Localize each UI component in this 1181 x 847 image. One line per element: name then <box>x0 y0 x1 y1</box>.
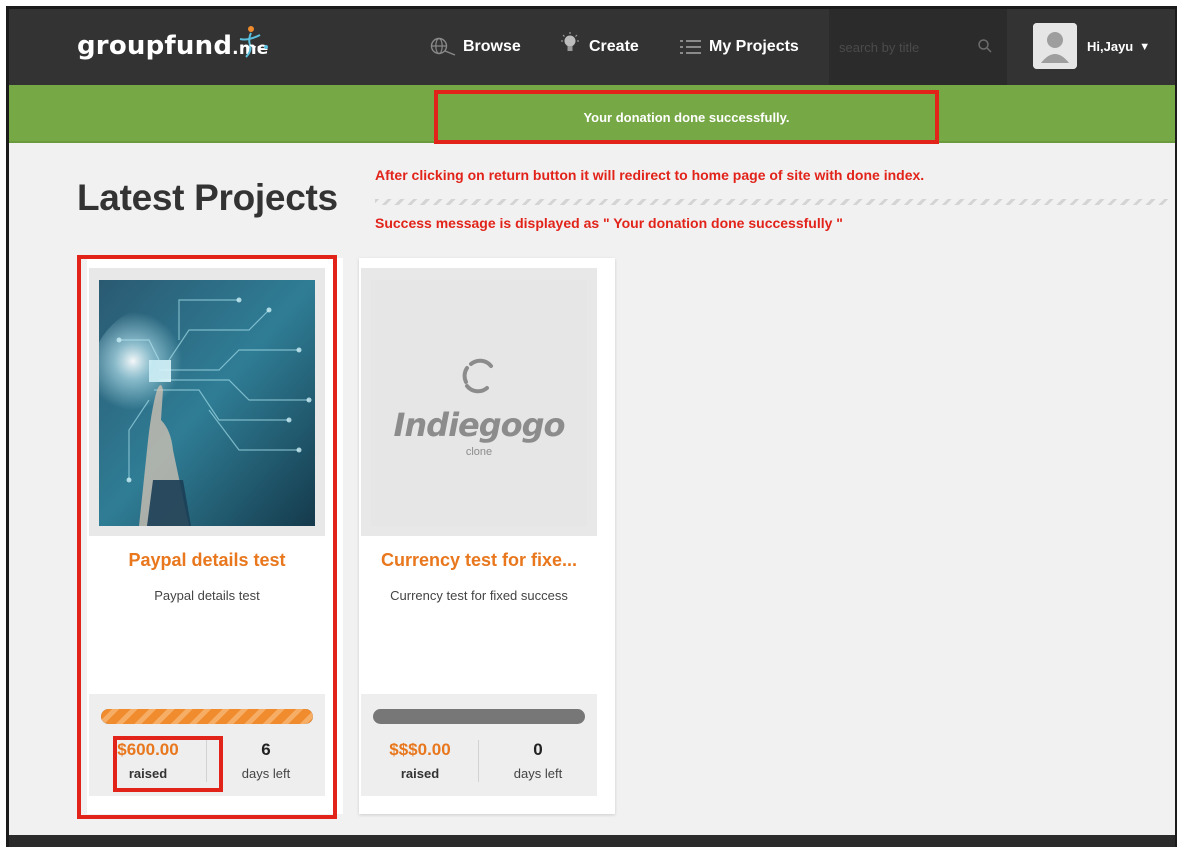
annotation-note-2: Success message is displayed as " Your d… <box>375 215 843 231</box>
success-banner: Your donation done successfully. <box>9 85 1175 144</box>
days-left-label: days left <box>513 766 563 781</box>
days-left-label: days left <box>241 766 291 781</box>
nav-browse-label: Browse <box>463 38 521 55</box>
project-stats: $$$0.00 raised 0 days left <box>361 694 597 796</box>
project-thumbnail-frame: Indiegogo clone <box>361 268 597 536</box>
list-icon <box>680 40 701 54</box>
nav-my-projects-label: My Projects <box>709 38 799 55</box>
globe-icon <box>430 37 456 56</box>
user-avatar[interactable] <box>1033 23 1077 69</box>
logo-figure-icon <box>239 26 268 58</box>
project-thumbnail-frame <box>89 268 325 536</box>
user-greeting: Hi,Jayu <box>1087 39 1134 54</box>
funding-progress-bar <box>373 709 585 724</box>
avatar-silhouette-icon <box>1033 23 1077 69</box>
caret-down-icon: ▼ <box>1139 40 1151 53</box>
indiegogo-logo-icon <box>462 358 493 394</box>
user-menu[interactable]: Hi,Jayu ▼ <box>1087 39 1150 54</box>
search-icon[interactable] <box>977 38 993 54</box>
days-left-count: 6 <box>261 740 271 759</box>
search-box <box>829 9 1007 85</box>
indiegogo-wordmark: Indiegogo <box>393 406 565 444</box>
lightbulb-icon <box>561 32 579 51</box>
page-title: Latest Projects <box>77 177 338 218</box>
amount-raised-label: raised <box>128 766 168 781</box>
browser-viewport: groupfund.me Browse Create My Projects s… <box>6 6 1177 847</box>
funding-progress-fill <box>101 709 313 724</box>
days-left-count: 0 <box>533 740 543 759</box>
nav-create-label: Create <box>589 38 639 55</box>
footer-bar <box>9 835 1175 847</box>
indiegogo-subtext: clone <box>465 446 493 458</box>
project-description: Paypal details test <box>154 588 260 603</box>
circuit-hand-image[interactable] <box>99 280 315 526</box>
funding-progress-bar <box>101 709 313 724</box>
logo-text: groupfund <box>77 31 233 61</box>
amount-raised: $600.00 <box>117 740 179 759</box>
indiegogo-clone-image[interactable]: Indiegogo clone <box>371 280 587 526</box>
project-card[interactable]: Paypal details test Paypal details test … <box>87 258 343 814</box>
project-card[interactable]: Indiegogo clone Currency test for fixe..… <box>359 258 615 814</box>
success-message: Your donation done successfully. <box>434 90 939 144</box>
amount-raised-label: raised <box>400 766 440 781</box>
amount-raised: $$$0.00 <box>389 740 451 759</box>
search-input[interactable] <box>839 39 969 55</box>
project-title[interactable]: Currency test for fixe... <box>359 550 599 571</box>
nav-browse[interactable]: Browse <box>429 37 521 57</box>
project-stats: $600.00 raised 6 days left <box>89 694 325 796</box>
project-description: Currency test for fixed success <box>390 588 568 603</box>
top-navbar: groupfund.me Browse Create My Projects s… <box>9 9 1175 85</box>
nav-create[interactable]: Create <box>557 32 639 57</box>
title-divider <box>375 199 1169 205</box>
project-title[interactable]: Paypal details test <box>87 550 327 571</box>
nav-my-projects[interactable]: My Projects <box>679 37 799 57</box>
annotation-note-1: After clicking on return button it will … <box>375 167 925 183</box>
